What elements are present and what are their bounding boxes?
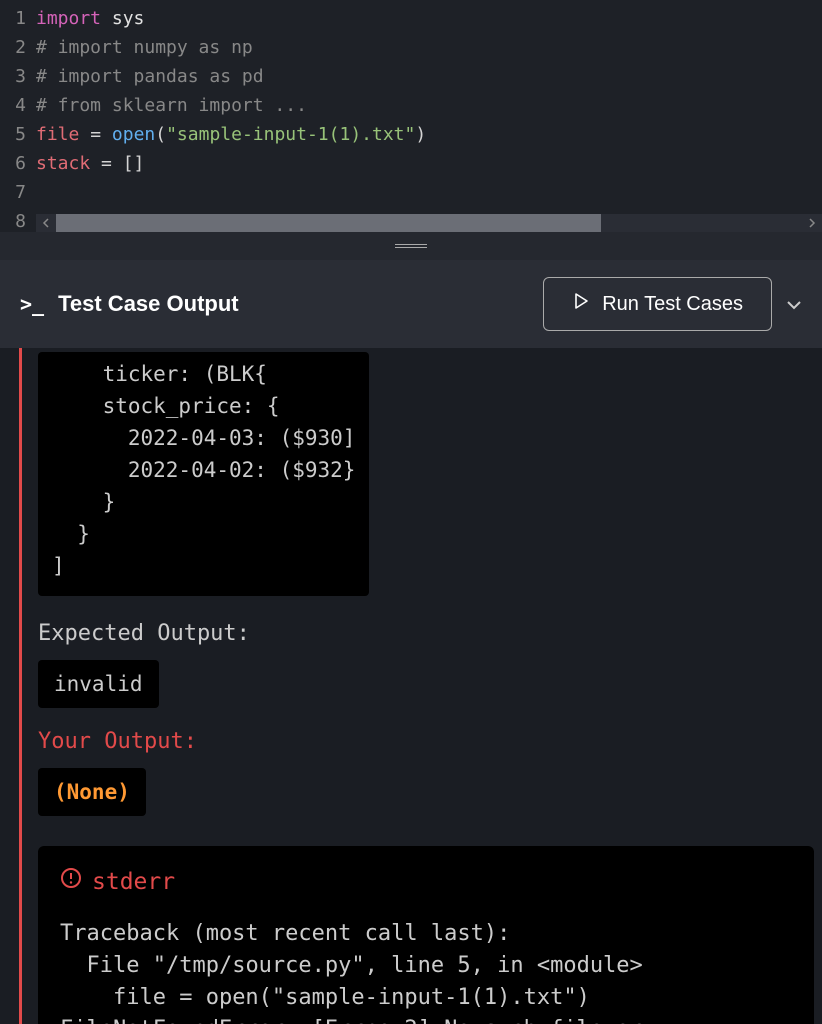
code-line[interactable]: # import pandas as pd <box>36 62 822 91</box>
scroll-left-arrow-icon[interactable] <box>36 214 56 232</box>
output-panel-body: ticker: (BLK{ stock_price: { 2022-04-03:… <box>0 348 822 1024</box>
code-editor[interactable]: 1 2 3 4 5 6 7 8 import sys # import nump… <box>0 0 822 232</box>
code-line[interactable]: file = open("sample-input-1(1).txt") <box>36 120 822 149</box>
play-icon <box>572 292 590 316</box>
line-number: 2 <box>0 33 36 62</box>
line-number: 7 <box>0 178 36 207</box>
your-output-value: (None) <box>38 768 146 816</box>
scrollbar-thumb[interactable] <box>56 214 601 232</box>
warning-icon <box>60 866 82 898</box>
expected-output-label: Expected Output: <box>38 618 814 650</box>
output-title-group: >_ Test Case Output <box>20 291 239 317</box>
line-number: 1 <box>0 4 36 33</box>
code-line[interactable]: import sys <box>36 4 822 33</box>
code-area[interactable]: import sys # import numpy as np # import… <box>36 0 822 232</box>
run-test-cases-button[interactable]: Run Test Cases <box>543 277 772 331</box>
stderr-label: stderr <box>92 866 175 898</box>
run-button-label: Run Test Cases <box>602 293 743 316</box>
line-number: 8 <box>0 207 36 236</box>
drag-handle-icon[interactable] <box>395 244 427 248</box>
fail-indicator-bar <box>19 348 22 1024</box>
stderr-text: Traceback (most recent call last): File … <box>60 918 792 1024</box>
line-number: 6 <box>0 149 36 178</box>
expected-output-value: invalid <box>38 660 159 708</box>
output-panel-header: >_ Test Case Output Run Test Cases <box>0 260 822 348</box>
your-output-label: Your Output: <box>38 726 814 758</box>
scrollbar-track[interactable] <box>56 214 802 232</box>
stderr-block: stderr Traceback (most recent call last)… <box>38 846 814 1024</box>
code-line[interactable]: # from sklearn import ... <box>36 91 822 120</box>
scroll-right-arrow-icon[interactable] <box>802 214 822 232</box>
run-button-group: Run Test Cases <box>543 277 802 331</box>
output-panel-title: Test Case Output <box>58 291 239 317</box>
chevron-down-icon[interactable] <box>786 295 802 314</box>
stderr-header: stderr <box>60 866 792 898</box>
line-number: 5 <box>0 120 36 149</box>
line-number: 3 <box>0 62 36 91</box>
line-number: 4 <box>0 91 36 120</box>
terminal-prompt-icon: >_ <box>20 292 44 316</box>
horizontal-scrollbar[interactable] <box>36 214 822 232</box>
line-gutter: 1 2 3 4 5 6 7 8 <box>0 0 36 232</box>
sample-input-block: ticker: (BLK{ stock_price: { 2022-04-03:… <box>38 352 369 596</box>
code-line[interactable]: stack = [] <box>36 149 822 178</box>
panel-splitter[interactable] <box>0 232 822 260</box>
code-line[interactable]: # import numpy as np <box>36 33 822 62</box>
